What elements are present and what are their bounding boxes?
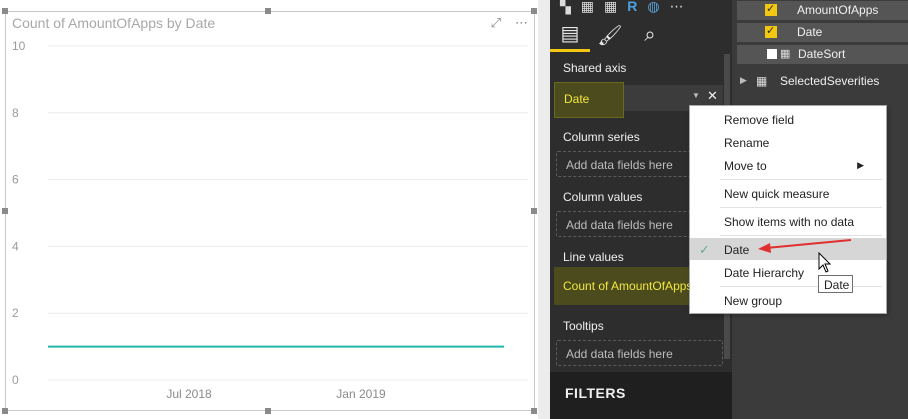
y-tick-label: 6 <box>12 173 19 187</box>
field-row-date[interactable]: Date <box>737 23 908 42</box>
r-visual-icon[interactable]: R <box>627 0 637 16</box>
menu-item-show-no-data[interactable]: Show items with no data <box>690 210 886 232</box>
menu-item-label: New group <box>724 294 783 308</box>
resize-handle[interactable] <box>531 8 537 14</box>
filters-label: FILTERS <box>565 385 626 401</box>
shared-axis-field[interactable]: Date <box>554 82 624 118</box>
menu-item-label: New quick measure <box>724 187 830 201</box>
menu-item-move-to[interactable]: Move to ▶ <box>690 154 886 176</box>
y-tick-label: 0 <box>12 373 19 387</box>
menu-item-label: Remove field <box>724 113 795 127</box>
table-selectedseverities[interactable]: ▶ ▦ SelectedSeverities <box>740 73 908 91</box>
canvas-gutter <box>538 0 550 419</box>
line-values-label: Line values <box>563 250 624 264</box>
menu-item-new-quick-measure[interactable]: New quick measure <box>690 182 886 204</box>
menu-item-label: Date Hierarchy <box>724 266 805 280</box>
resize-handle[interactable] <box>2 408 8 414</box>
shared-axis-label: Shared axis <box>563 61 627 75</box>
tooltips-placeholder: Add data fields here <box>566 347 673 361</box>
table-label: SelectedSeverities <box>780 74 880 88</box>
menu-divider <box>720 235 882 236</box>
y-tick-label: 4 <box>12 239 19 253</box>
shared-axis-value: Date <box>564 92 590 106</box>
menu-item-rename[interactable]: Rename <box>690 131 886 153</box>
close-icon[interactable]: ✕ <box>707 88 718 104</box>
y-tick-label: 2 <box>12 306 19 320</box>
menu-item-new-group[interactable]: New group <box>690 289 886 311</box>
globe-icon[interactable]: ◍ <box>647 0 659 16</box>
table-icon: ▦ <box>756 74 768 88</box>
matrix-icon[interactable]: ▦ <box>604 0 617 16</box>
expand-icon[interactable]: ▶ <box>740 75 747 86</box>
column-series-placeholder: Add data fields here <box>566 158 673 172</box>
menu-item-remove-field[interactable]: Remove field <box>690 108 886 130</box>
fields-tab-icon[interactable]: ▤ <box>550 18 590 52</box>
visual-icon-row: ▚ ▦ ▦ R ◍ ⋯ <box>550 0 732 16</box>
tooltip-text: Date <box>824 278 850 292</box>
y-tick-label: 8 <box>12 106 19 120</box>
field-label: DateSort <box>798 47 846 61</box>
chart-visual[interactable]: Count of AmountOfApps by Date ⤢ ⋯ 024681… <box>5 11 535 411</box>
field-label: AmountOfApps <box>797 3 879 17</box>
checkbox-checked-icon[interactable] <box>765 24 777 38</box>
line-values-field[interactable]: Count of AmountOfApps <box>554 267 704 305</box>
y-tick-label: 10 <box>12 39 26 53</box>
checkbox-empty-icon[interactable] <box>767 49 777 59</box>
analytics-tab-icon[interactable]: ⌕ <box>630 18 670 52</box>
format-tab-icon[interactable]: 🖌 <box>590 18 630 52</box>
tooltips-well[interactable]: Add data fields here <box>556 340 723 366</box>
column-series-label: Column series <box>563 130 640 144</box>
more-icon[interactable]: ⋯ <box>670 0 684 16</box>
x-tick-label: Jul 2018 <box>166 387 212 401</box>
line-chart: 0 2 4 6 8 10 Jul 2018 Jan 2019 <box>12 39 528 401</box>
tooltips-label: Tooltips <box>563 319 604 333</box>
menu-item-date-hierarchy[interactable]: Date Hierarchy <box>690 261 886 283</box>
menu-divider <box>720 207 882 208</box>
card-icon[interactable]: ▚ <box>560 0 571 16</box>
column-values-placeholder: Add data fields here <box>566 218 673 232</box>
chevron-down-icon[interactable]: ▼ <box>692 91 700 100</box>
chevron-right-icon: ▶ <box>857 160 864 170</box>
menu-item-label: Move to <box>724 159 767 173</box>
menu-divider <box>720 179 882 180</box>
field-context-menu: Remove field Rename Move to ▶ New quick … <box>689 105 887 314</box>
resize-handle[interactable] <box>265 408 271 414</box>
pane-tabs: ▤ 🖌 ⌕ <box>550 18 732 54</box>
menu-item-label: Show items with no data <box>724 215 855 229</box>
menu-divider <box>720 286 882 287</box>
x-tick-label: Jan 2019 <box>336 387 386 401</box>
table-icon[interactable]: ▦ <box>581 0 594 16</box>
field-row-amountofapps[interactable]: AmountOfApps <box>737 1 908 20</box>
resize-handle[interactable] <box>2 208 8 214</box>
resize-handle[interactable] <box>2 8 8 14</box>
resize-handle[interactable] <box>531 408 537 414</box>
line-values-value: Count of AmountOfApps <box>563 279 693 293</box>
calculated-column-icon: ▦ <box>780 48 791 60</box>
resize-handle[interactable] <box>531 208 537 214</box>
tooltip: Date <box>818 275 853 293</box>
filters-header[interactable]: FILTERS <box>550 372 732 419</box>
field-label: Date <box>797 25 823 39</box>
mouse-cursor-icon <box>818 252 832 273</box>
menu-item-date[interactable]: ✓ Date <box>690 238 886 260</box>
column-values-label: Column values <box>563 190 643 204</box>
check-icon: ✓ <box>699 242 710 257</box>
checkbox-checked-icon[interactable] <box>765 2 777 16</box>
field-row-datesort[interactable]: ▦ DateSort <box>737 45 908 64</box>
menu-item-label: Rename <box>724 136 770 150</box>
resize-handle[interactable] <box>265 8 271 14</box>
menu-item-label: Date <box>724 243 750 257</box>
